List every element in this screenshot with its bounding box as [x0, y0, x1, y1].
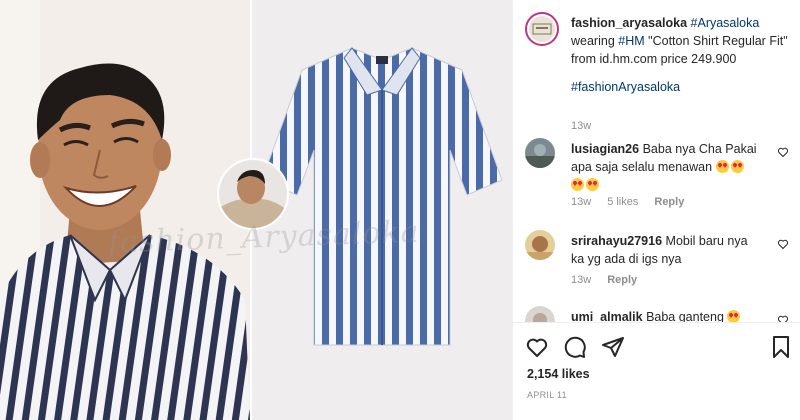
person-photo: [0, 0, 250, 420]
comment-time[interactable]: 13w: [571, 196, 591, 208]
person-illustration: [0, 0, 250, 420]
post-date[interactable]: APRIL 11: [527, 390, 567, 400]
comment-like-heart-icon[interactable]: [777, 238, 789, 250]
comment-username[interactable]: lusiagian26: [571, 142, 639, 156]
comment-avatar[interactable]: [525, 230, 555, 260]
comment-likes[interactable]: 5 likes: [607, 196, 638, 208]
comment-meta: 13w Reply: [571, 274, 637, 286]
shirt-illustration: [252, 0, 512, 420]
comment-username[interactable]: srirahayu27916: [571, 234, 662, 248]
comment-icon[interactable]: [563, 335, 587, 359]
owner-avatar-image: [529, 16, 555, 42]
comment-text: lusiagian26 Baba nya Cha Pakai apa saja …: [571, 140, 761, 194]
owner-avatar[interactable]: [525, 12, 559, 46]
heart-eyes-emoji: [715, 160, 729, 173]
comment-reply-button[interactable]: Reply: [607, 274, 637, 286]
post-sidebar: fashion_aryasaloka #Aryasaloka wearing #…: [512, 0, 800, 420]
post-action-bar: 2,154 likes APRIL 11: [513, 322, 800, 420]
caption-username[interactable]: fashion_aryasaloka: [571, 16, 687, 30]
comment-text: srirahayu27916 Mobil baru nya ka yg ada …: [571, 232, 761, 268]
post-image[interactable]: fashion_Aryasaloka: [0, 0, 512, 420]
shirt-photo: [252, 0, 512, 420]
caption-hashtag-footer[interactable]: #fashionAryasaloka: [571, 78, 795, 96]
comment-meta: 13w 5 likes Reply: [571, 196, 684, 208]
comment-avatar-illustration: [525, 138, 555, 168]
action-icons: [525, 335, 625, 359]
caption-hashtag-brand[interactable]: #HM: [618, 34, 644, 48]
caption-text: fashion_aryasaloka #Aryasaloka wearing #…: [571, 14, 795, 96]
heart-icon[interactable]: [525, 335, 549, 359]
likes-count[interactable]: 2,154 likes: [527, 367, 590, 381]
caption-wearing: wearing: [571, 34, 615, 48]
comment-reply-button[interactable]: Reply: [654, 196, 684, 208]
share-icon[interactable]: [601, 335, 625, 359]
heart-eyes-emoji: [730, 160, 744, 173]
comment-time[interactable]: 13w: [571, 274, 591, 286]
comment-avatar-illustration: [525, 230, 555, 260]
caption-hashtag-main[interactable]: #Aryasaloka: [691, 16, 760, 30]
comment-avatar[interactable]: [525, 138, 555, 168]
caption-timestamp[interactable]: 13w: [571, 120, 591, 132]
heart-eyes-emoji: [586, 178, 599, 191]
heart-eyes-emoji: [571, 178, 584, 191]
owner-avatar-illustration: [532, 23, 552, 35]
bookmark-icon[interactable]: [769, 335, 793, 359]
inset-avatar-illustration: [219, 160, 287, 228]
comment-like-heart-icon[interactable]: [777, 146, 789, 158]
